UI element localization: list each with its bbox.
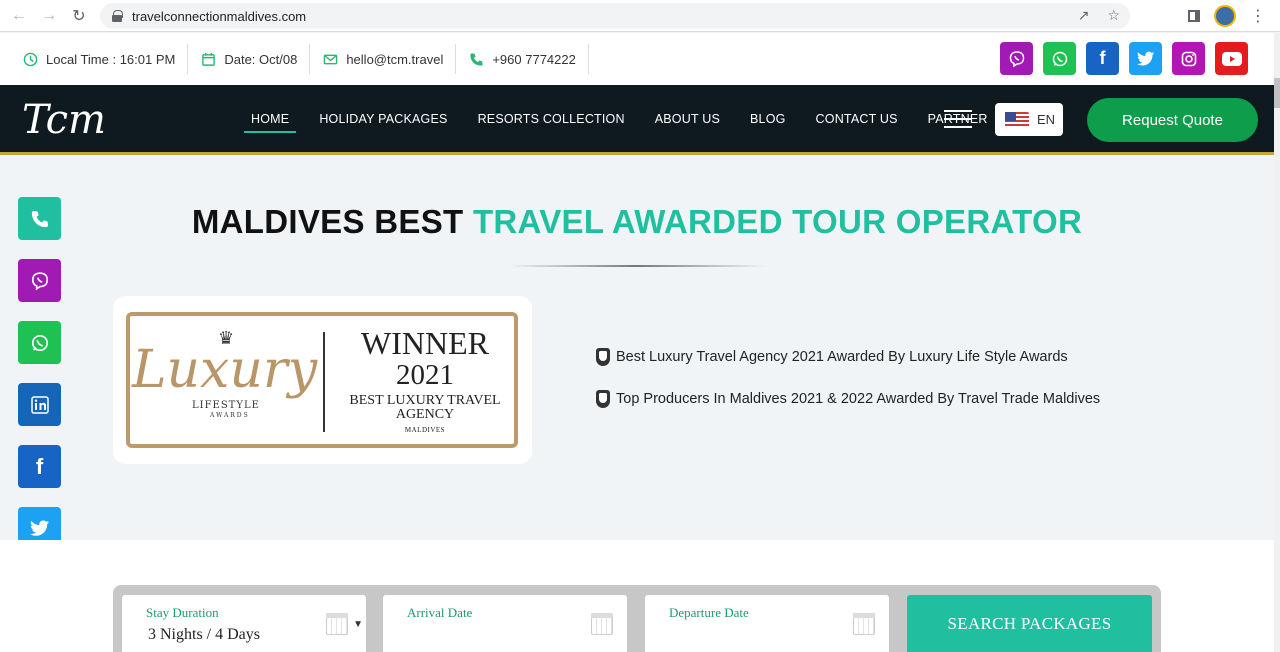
- local-time: Local Time : 16:01 PM: [0, 44, 189, 74]
- url-text: travelconnectionmaldives.com: [132, 8, 307, 24]
- scrollbar-thumb[interactable]: [1274, 78, 1280, 108]
- twitter-icon[interactable]: [1129, 42, 1162, 75]
- top-info-bar: Local Time : 16:01 PM Date: Oct/08 hello…: [0, 33, 1274, 85]
- nav-contact-us[interactable]: CONTACT US: [801, 85, 913, 152]
- language-code: EN: [1037, 112, 1056, 127]
- award-winner: WINNER: [361, 325, 489, 361]
- award-winner-block: WINNER 2021 BEST LUXURY TRAVEL AGENCY MA…: [340, 326, 510, 434]
- reload-icon[interactable]: ↻: [64, 1, 94, 31]
- language-selector[interactable]: EN: [995, 103, 1063, 136]
- award-category: BEST LUXURY TRAVEL AGENCY: [349, 393, 501, 422]
- award-region: MALDIVES: [404, 426, 446, 434]
- list-item: Top Producers In Maldives 2021 & 2022 Aw…: [596, 388, 1100, 410]
- browser-toolbar: ← → ↻ travelconnectionmaldives.com ↗ ☆ ⋮: [0, 0, 1280, 32]
- nav-resorts-collection[interactable]: RESORTS COLLECTION: [463, 85, 640, 152]
- calendar-icon: [591, 613, 613, 635]
- departure-date-field[interactable]: Departure Date: [645, 595, 889, 652]
- linkedin-icon[interactable]: [18, 383, 61, 426]
- departure-date-label: Departure Date: [669, 605, 749, 620]
- award-text: Top Producers In Maldives 2021 & 2022 Aw…: [616, 391, 1101, 407]
- email-link[interactable]: hello@tcm.travel: [310, 44, 457, 74]
- award-badge-frame: ♛ Luxury LIFESTYLE AWARDS WINNER 2021 BE…: [126, 312, 518, 448]
- instagram-icon[interactable]: [1172, 42, 1205, 75]
- calendar-icon: [200, 51, 216, 67]
- us-flag-icon: [1005, 111, 1029, 128]
- page-title: MALDIVES BEST TRAVEL AWARDED TOUR OPERAT…: [0, 203, 1274, 241]
- stay-duration-value: 3 Nights / 4 Days: [148, 626, 260, 643]
- hamburger-menu-icon[interactable]: [944, 110, 972, 128]
- phone-icon: [468, 51, 484, 67]
- calendar-icon: [326, 613, 348, 635]
- page-scrollbar[interactable]: [1274, 33, 1280, 652]
- back-icon[interactable]: ←: [4, 1, 34, 31]
- lock-icon: [112, 10, 123, 22]
- title-divider: [508, 265, 766, 267]
- title-accent: TRAVEL AWARDED TOUR OPERATOR: [472, 203, 1083, 240]
- facebook-icon[interactable]: f: [18, 445, 61, 488]
- award-text: Best Luxury Travel Agency 2021 Awarded B…: [616, 349, 1068, 365]
- stay-duration-label: Stay Duration: [146, 605, 219, 620]
- arrival-date-label: Arrival Date: [407, 605, 473, 620]
- award-brand-sub2: AWARDS: [210, 412, 250, 419]
- side-panel-icon[interactable]: [1188, 10, 1200, 22]
- main-navbar: Tcm HOME HOLIDAY PACKAGES RESORTS COLLEC…: [0, 85, 1274, 155]
- nav-holiday-packages[interactable]: HOLIDAY PACKAGES: [304, 85, 462, 152]
- stay-duration-select[interactable]: Stay Duration 3 Nights / 4 Days ▼: [122, 595, 366, 652]
- viber-icon[interactable]: [1000, 42, 1033, 75]
- bookmark-star-icon[interactable]: ☆: [1107, 7, 1120, 24]
- calendar-icon: [853, 613, 875, 635]
- award-brand: Luxury: [132, 340, 318, 400]
- chevron-down-icon: ▼: [353, 619, 363, 630]
- facebook-icon[interactable]: f: [1086, 42, 1119, 75]
- award-year: 2021: [396, 359, 454, 391]
- viber-icon[interactable]: [18, 259, 61, 302]
- request-quote-button[interactable]: Request Quote: [1087, 98, 1258, 142]
- package-search-form: Stay Duration 3 Nights / 4 Days ▼ Arriva…: [113, 585, 1161, 652]
- site-logo[interactable]: Tcm: [22, 95, 106, 145]
- nav-about-us[interactable]: ABOUT US: [640, 85, 735, 152]
- nav-blog[interactable]: BLOG: [735, 85, 801, 152]
- shield-icon: [596, 348, 610, 366]
- main-menu: HOME HOLIDAY PACKAGES RESORTS COLLECTION…: [236, 85, 1003, 152]
- youtube-icon[interactable]: [1215, 42, 1248, 75]
- title-plain: MALDIVES BEST: [191, 203, 473, 240]
- share-icon[interactable]: ↗: [1078, 7, 1090, 24]
- mail-icon: [322, 51, 338, 67]
- award-badge-card: ♛ Luxury LIFESTYLE AWARDS WINNER 2021 BE…: [113, 296, 532, 464]
- phone-link[interactable]: +960 7774222: [456, 44, 589, 74]
- profile-avatar[interactable]: [1214, 5, 1236, 27]
- arrival-date-field[interactable]: Arrival Date: [383, 595, 627, 652]
- shield-icon: [596, 390, 610, 408]
- nav-home[interactable]: HOME: [236, 85, 304, 152]
- whatsapp-icon[interactable]: [18, 321, 61, 364]
- top-social-links: f: [1000, 42, 1248, 75]
- whatsapp-icon[interactable]: [1043, 42, 1076, 75]
- current-date: Date: Oct/08: [188, 44, 311, 74]
- search-packages-button[interactable]: SEARCH PACKAGES: [907, 595, 1152, 652]
- menu-kebab-icon[interactable]: ⋮: [1250, 6, 1266, 26]
- list-item: Best Luxury Travel Agency 2021 Awarded B…: [596, 346, 1100, 368]
- award-brand-sub: LIFESTYLE: [192, 400, 260, 411]
- address-bar[interactable]: travelconnectionmaldives.com: [100, 3, 1130, 29]
- awards-list: Best Luxury Travel Agency 2021 Awarded B…: [596, 346, 1100, 430]
- award-divider: [323, 332, 325, 432]
- forward-icon[interactable]: →: [34, 1, 64, 31]
- clock-icon: [22, 51, 38, 67]
